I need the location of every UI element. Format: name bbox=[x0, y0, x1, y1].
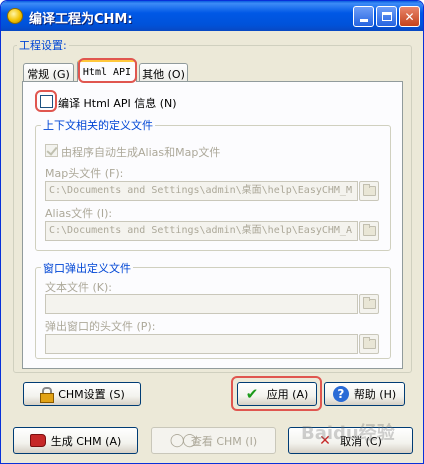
context-files-label: 上下文相关的定义文件 bbox=[41, 117, 155, 133]
generate-chm-button[interactable]: 生成 CHM (A) bbox=[13, 427, 138, 454]
popup-header-input[interactable] bbox=[45, 334, 358, 354]
popup-files-label: 窗口弹出定义文件 bbox=[41, 260, 133, 276]
title-bar[interactable]: 编译工程为CHM: ✕ bbox=[1, 1, 423, 31]
map-file-label: Map头文件 (F): bbox=[45, 167, 124, 180]
watermark: Baidu经验 bbox=[301, 423, 395, 444]
book-icon bbox=[29, 434, 46, 447]
alias-file-label: Alias文件 (I): bbox=[45, 207, 113, 220]
minimize-icon bbox=[359, 19, 368, 22]
compile-html-api-checkbox[interactable] bbox=[40, 95, 53, 108]
chm-settings-button[interactable]: CHM设置 (S) bbox=[23, 382, 141, 406]
compile-html-api-label: 编译 Html API 信息 (N) bbox=[58, 97, 177, 110]
folder-open-icon bbox=[362, 337, 376, 349]
help-icon: ? bbox=[332, 386, 349, 402]
view-chm-button[interactable]: ◯◯ 查看 CHM (I) bbox=[151, 427, 276, 454]
window-title: 编译工程为CHM: bbox=[29, 12, 133, 27]
auto-generate-label: 由程序自动生成Alias和Map文件 bbox=[61, 146, 221, 159]
tab-html-api[interactable]: Html API bbox=[77, 60, 137, 82]
map-file-browse-button[interactable] bbox=[359, 181, 379, 201]
auto-generate-checkbox[interactable] bbox=[45, 144, 58, 157]
text-file-input[interactable] bbox=[45, 294, 358, 314]
popup-header-label: 弹出窗口的头文件 (P): bbox=[45, 320, 156, 333]
view-chm-label: 查看 CHM (I) bbox=[190, 434, 258, 448]
text-file-browse-button[interactable] bbox=[359, 294, 379, 314]
glasses-icon: ◯◯ bbox=[169, 432, 197, 448]
apply-label: 应用 (A) bbox=[266, 388, 309, 401]
generate-chm-label: 生成 CHM (A) bbox=[50, 434, 122, 448]
alias-file-input[interactable]: C:\Documents and Settings\admin\桌面\help\… bbox=[45, 221, 358, 241]
tab-other[interactable]: 其他 (O) bbox=[139, 63, 188, 83]
help-label: 帮助 (H) bbox=[353, 388, 397, 401]
app-icon bbox=[7, 8, 23, 24]
folder-open-icon bbox=[362, 224, 376, 236]
popup-header-browse-button[interactable] bbox=[359, 334, 379, 354]
close-button[interactable]: ✕ bbox=[399, 6, 420, 27]
alias-file-browse-button[interactable] bbox=[359, 221, 379, 241]
dialog-window: 编译工程为CHM: ✕ 工程设置: 常规 (G) Html API 其他 (O)… bbox=[0, 0, 424, 464]
maximize-button[interactable] bbox=[376, 6, 397, 27]
chm-settings-label: CHM设置 (S) bbox=[58, 388, 125, 401]
minimize-button[interactable] bbox=[353, 6, 374, 27]
close-icon: ✕ bbox=[404, 9, 415, 24]
help-button[interactable]: ? 帮助 (H) bbox=[324, 382, 405, 406]
folder-open-icon bbox=[362, 184, 376, 196]
project-settings-label: 工程设置: bbox=[17, 37, 69, 53]
apply-button[interactable]: ✔ 应用 (A) bbox=[237, 382, 317, 406]
text-file-label: 文本文件 (K): bbox=[45, 281, 112, 294]
checkmark-icon: ✔ bbox=[245, 385, 259, 403]
tab-general[interactable]: 常规 (G) bbox=[23, 63, 74, 83]
maximize-icon bbox=[381, 12, 392, 21]
folder-open-icon bbox=[362, 297, 376, 309]
lock-icon bbox=[39, 387, 55, 403]
map-file-input[interactable]: C:\Documents and Settings\admin\桌面\help\… bbox=[45, 181, 358, 201]
